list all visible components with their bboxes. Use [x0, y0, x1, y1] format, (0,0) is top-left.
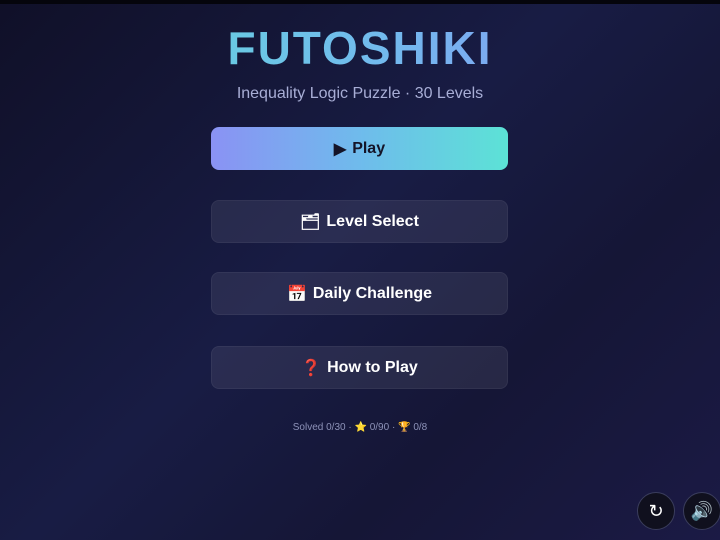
how-to-play-label: How to Play [327, 358, 418, 376]
question-icon: ❓ [301, 359, 322, 377]
progress-stats: Solved 0/30 · ⭐ 0/90 · 🏆 0/8 [0, 421, 720, 435]
stats-separator: · [391, 422, 396, 433]
calendar-icon: 📅 [286, 285, 307, 303]
sound-toggle-button[interactable]: 🔊 [683, 492, 720, 530]
how-to-play-button[interactable]: ❓ How to Play [211, 346, 508, 389]
speaker-icon: 🔊 [690, 500, 714, 522]
star-icon: ⭐ [354, 422, 367, 433]
folder-icon: 🗂 [300, 213, 321, 231]
restart-icon: ↻ [648, 500, 664, 522]
level-select-label: Level Select [326, 212, 419, 230]
daily-challenge-label: Daily Challenge [312, 284, 433, 302]
play-icon: ▶ [333, 140, 347, 158]
top-bar [0, 0, 720, 4]
restart-button[interactable]: ↻ [637, 492, 675, 530]
stats-separator: · [348, 422, 352, 433]
game-subtitle: Inequality Logic Puzzle · 30 Levels [236, 85, 484, 102]
solved-count: Solved 0/30 [292, 422, 346, 433]
stars-count: 0/90 [369, 422, 390, 433]
game-title: FUTOSHIKI [0, 20, 720, 76]
play-label: Play [352, 139, 386, 157]
play-button[interactable]: ▶ Play [211, 127, 508, 170]
daily-challenge-button[interactable]: 📅 Daily Challenge [211, 272, 508, 315]
trophy-icon: 🏆 [398, 422, 411, 433]
trophies-count: 0/8 [413, 422, 428, 433]
level-select-button[interactable]: 🗂 Level Select [211, 200, 508, 243]
